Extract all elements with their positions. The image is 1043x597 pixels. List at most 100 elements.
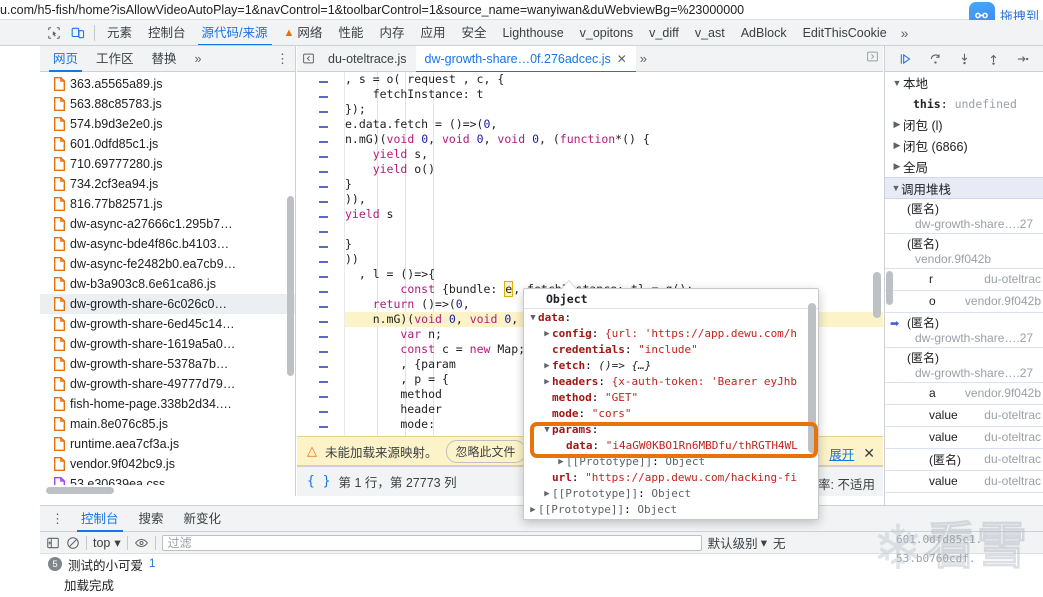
- console-source-ref[interactable]: 53.b0760cdf.: [896, 549, 982, 568]
- call-stack-item[interactable]: (匿名) dw-growth-share….27: [885, 348, 1043, 383]
- console-toolbar[interactable]: top ▾ 过滤 默认级别 ▾ 无: [40, 532, 1043, 554]
- browser-url-bar[interactable]: u.com/h5-fish/home?isAllowVideoAutoPlay=…: [0, 0, 1043, 20]
- code-line[interactable]: [345, 222, 883, 237]
- live-expression-icon[interactable]: [134, 536, 149, 550]
- file-list-item[interactable]: dw-growth-share-49777d79…: [40, 374, 295, 394]
- drawer-tab-changes[interactable]: 新变化: [174, 506, 232, 532]
- twisty-icon[interactable]: ▶: [891, 161, 903, 172]
- twisty-icon[interactable]: ▶: [891, 140, 903, 151]
- object-property-row[interactable]: credentials: "include": [524, 342, 818, 358]
- tab-v-options[interactable]: v_opitons: [572, 20, 642, 45]
- editor-scroll-right-icon[interactable]: [866, 50, 879, 66]
- expand-link[interactable]: 展开: [829, 444, 854, 463]
- tab-security[interactable]: 安全: [453, 20, 494, 45]
- step-into-icon[interactable]: [957, 52, 972, 66]
- navigator-tab-workspace[interactable]: 工作区: [87, 46, 143, 72]
- code-line[interactable]: yield o(): [345, 162, 883, 177]
- console-level-selector[interactable]: 默认级别 ▾: [708, 533, 767, 552]
- scope-section[interactable]: ▼ 本地 this: undefined ▶ 闭包 (l) ▶ 闭包 (6866) ▶ 全局: [885, 72, 1043, 177]
- object-property-row[interactable]: ▶ fetch: ()=> {…}: [524, 358, 818, 374]
- call-stack-item[interactable]: a vendor.9f042b: [885, 383, 1043, 405]
- file-list-item[interactable]: dw-growth-share-1619a5a0…: [40, 334, 295, 354]
- tab-performance[interactable]: 性能: [330, 20, 371, 45]
- code-line[interactable]: fetchInstance: t: [345, 87, 883, 102]
- navigator-tab-page[interactable]: 网页: [44, 46, 87, 72]
- file-list-item[interactable]: runtime.aea7cf3a.js: [40, 434, 295, 454]
- scope-section-row[interactable]: ▼ 本地: [885, 72, 1043, 93]
- navigator-tab-overrides[interactable]: 替换: [143, 46, 186, 72]
- console-message[interactable]: 5 测试的小可爱 1: [40, 554, 1043, 574]
- tab-application[interactable]: 应用: [412, 20, 453, 45]
- line-number-gutter[interactable]: [297, 72, 345, 467]
- file-list-item[interactable]: 363.a5565a89.js: [40, 74, 295, 94]
- drawer-tab-search[interactable]: 搜索: [129, 506, 174, 532]
- code-line[interactable]: }: [345, 177, 883, 192]
- call-stack-item[interactable]: (匿名) dw-growth-share….27: [885, 199, 1043, 234]
- tab-console[interactable]: 控制台: [140, 20, 194, 45]
- file-list-item[interactable]: main.8e076c85.js: [40, 414, 295, 434]
- tab-elements[interactable]: 元素: [99, 20, 140, 45]
- twisty-icon[interactable]: ▼: [528, 310, 538, 326]
- object-property-row[interactable]: data: "i4aGW0KBO1Rn6MBDfu/thRGTH4WL: [524, 438, 818, 454]
- warning-actions[interactable]: 展开 ✕: [829, 444, 875, 463]
- dismiss-warning-icon[interactable]: ✕: [863, 445, 875, 462]
- file-list-item[interactable]: dw-growth-share-6c026c0…: [40, 294, 295, 314]
- scope-property-row[interactable]: this: undefined: [885, 93, 1043, 114]
- twisty-icon[interactable]: ▶: [542, 358, 552, 374]
- object-property-row[interactable]: url: "https://app.dewu.com/hacking-fi: [524, 470, 818, 486]
- file-list-item[interactable]: fish-home-page.338b2d34.…: [40, 394, 295, 414]
- file-list-item[interactable]: 574.b9d3e2e0.js: [40, 114, 295, 134]
- tab-overflow-button[interactable]: »: [895, 25, 915, 41]
- twisty-icon[interactable]: ▶: [542, 486, 552, 502]
- twisty-icon[interactable]: ▶: [556, 454, 566, 470]
- call-stack-item[interactable]: value du-oteltrac: [885, 471, 1043, 493]
- file-list-item[interactable]: 816.77b82571.js: [40, 194, 295, 214]
- navigator-tab-bar[interactable]: 网页 工作区 替换 » ⋮: [40, 46, 295, 72]
- file-list-item[interactable]: dw-b3a903c8.6e61ca86.js: [40, 274, 295, 294]
- tab-v-diff[interactable]: v_diff: [641, 20, 687, 45]
- twisty-icon[interactable]: ▶: [542, 326, 552, 342]
- close-tab-icon[interactable]: ✕: [617, 46, 627, 72]
- debugger-vertical-scrollbar[interactable]: [886, 271, 893, 305]
- object-property-row[interactable]: ▼ params:: [524, 422, 818, 438]
- twisty-icon[interactable]: ▼: [542, 422, 552, 438]
- code-line[interactable]: , l = ()=>{: [345, 267, 883, 282]
- code-line[interactable]: )): [345, 252, 883, 267]
- editor-tab-dw-growth-share[interactable]: dw-growth-share…0f.276adcec.js ✕: [415, 46, 637, 73]
- object-popover[interactable]: Object ▼ data: ▶ config: {url: 'https://ap…: [523, 288, 819, 520]
- object-property-row[interactable]: ▼ data:: [524, 310, 818, 326]
- ignore-file-button[interactable]: 忽略此文件: [445, 439, 526, 463]
- code-line[interactable]: n.mG)(void 0, void 0, void 0, (function*…: [345, 132, 883, 147]
- twisty-icon[interactable]: ▶: [891, 119, 903, 130]
- navigator-horizontal-scrollbar[interactable]: [40, 485, 295, 496]
- object-property-row[interactable]: ▶ headers: {x-auth-token: 'Bearer eyJhb: [524, 374, 818, 390]
- console-source-ref[interactable]: 601.0dfd85c1.: [896, 530, 982, 549]
- call-stack-item[interactable]: value du-oteltrac: [885, 405, 1043, 427]
- file-list-item[interactable]: 734.2cf3ea94.js: [40, 174, 295, 194]
- code-line[interactable]: )),: [345, 192, 883, 207]
- device-toolbar-icon[interactable]: [66, 21, 90, 45]
- tab-sources[interactable]: 源代码/来源: [194, 20, 276, 45]
- editor-tab-overflow-button[interactable]: »: [636, 51, 651, 66]
- object-property-row[interactable]: ▶ [[Prototype]]: Object: [524, 502, 818, 518]
- scope-section-row[interactable]: ▶ 闭包 (6866): [885, 135, 1043, 156]
- editor-scroll-left-icon[interactable]: [297, 46, 319, 72]
- console-message[interactable]: 加载完成: [40, 574, 1043, 594]
- object-property-row[interactable]: ▶ config: {url: 'https://app.dewu.com/h: [524, 326, 818, 342]
- file-list-item[interactable]: dw-async-fe2482b0.ea7cb9…: [40, 254, 295, 274]
- file-list-item[interactable]: dw-growth-share-5378a7b…: [40, 354, 295, 374]
- call-stack-item[interactable]: (匿名) du-oteltrac: [885, 449, 1043, 471]
- object-property-row[interactable]: ▶ [[Prototype]]: Object: [524, 454, 818, 470]
- step-icon[interactable]: [1015, 52, 1030, 66]
- code-line[interactable]: });: [345, 102, 883, 117]
- devtools-tab-bar[interactable]: 元素 控制台 源代码/来源 ▲ 网络 性能 内存 应用 安全 Lighthouse…: [0, 20, 1043, 46]
- object-property-row[interactable]: method: "GET": [524, 390, 818, 406]
- twisty-icon[interactable]: ▶: [528, 502, 538, 518]
- file-list[interactable]: 363.a5565a89.js 563.88c85783.js 574.b9d3e2…: [40, 72, 295, 496]
- file-list-item[interactable]: 601.0dfd85c1.js: [40, 134, 295, 154]
- debugger-controls[interactable]: [885, 46, 1043, 72]
- object-property-tree[interactable]: ▼ data: ▶ config: {url: 'https://app.dewu.…: [524, 309, 818, 519]
- call-stack-item[interactable]: value du-oteltrac: [885, 427, 1043, 449]
- call-stack-item[interactable]: ➡ (匿名) dw-growth-share….27: [885, 313, 1043, 348]
- scope-section-row[interactable]: ▶ 闭包 (l): [885, 114, 1043, 135]
